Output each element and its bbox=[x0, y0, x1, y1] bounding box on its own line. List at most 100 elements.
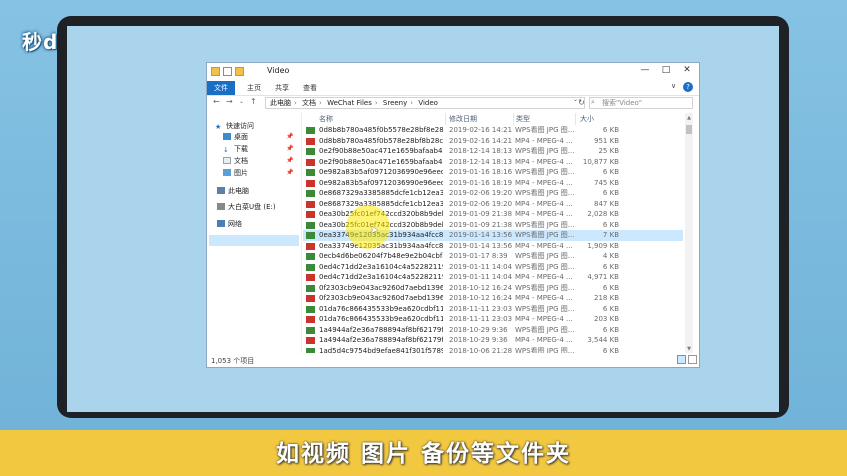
window-title: Video bbox=[267, 66, 290, 75]
file-row[interactable]: 0e2f90b88e50ac471e1659bafaab495... 2018-1… bbox=[303, 146, 683, 157]
file-type: MP4 - MPEG-4 ... bbox=[515, 210, 573, 218]
ribbon-expand-icon[interactable]: ∨ bbox=[671, 82, 676, 90]
file-type: MP4 - MPEG-4 ... bbox=[515, 157, 573, 166]
image-file-icon bbox=[306, 326, 315, 334]
file-explorer-window[interactable]: Video — □ ✕ 文件 主页 共享 查看 ∨ ? ← → ⌄ ↑ 此电脑 ›… bbox=[206, 62, 700, 368]
picture-icon bbox=[223, 169, 231, 176]
file-row[interactable]: 1a4944af2e36a788894af8bf62179fa1... 2018-… bbox=[303, 325, 683, 336]
recent-locations-icon[interactable]: ⌄ bbox=[239, 98, 244, 105]
file-row[interactable]: 0d8b8b780a485f0b5578e28bf8e28cec... 2019-… bbox=[303, 125, 683, 136]
file-size: 951 KB bbox=[594, 136, 619, 145]
maximize-button[interactable]: □ bbox=[659, 65, 673, 75]
file-date: 2018-10-29 9:36 bbox=[449, 325, 508, 334]
sidebar-item-quick-access[interactable]: ★ 快速访问 bbox=[215, 121, 254, 131]
file-name: 1ad5d4c9754bd9efae841f301f57898... bbox=[319, 346, 443, 354]
breadcrumb-this-pc[interactable]: 此电脑 bbox=[270, 99, 291, 107]
file-row[interactable]: 0f2303cb9e043ac9260d7aebd1396ad... 2018-1… bbox=[303, 283, 683, 294]
breadcrumb-video[interactable]: Video bbox=[418, 99, 438, 107]
address-bar[interactable]: 此电脑 › 文档 › WeChat Files › Sreeny › Video bbox=[265, 97, 585, 109]
help-icon[interactable]: ? bbox=[683, 82, 693, 92]
file-row[interactable]: 01da76c866435533b9ea620cdbf11a... 2018-11… bbox=[303, 304, 683, 315]
pane-divider[interactable] bbox=[301, 113, 302, 353]
minimize-button[interactable]: — bbox=[638, 65, 652, 75]
column-divider[interactable] bbox=[445, 113, 446, 125]
details-view-button[interactable] bbox=[677, 355, 686, 364]
file-row[interactable]: 0e2f90b88e50ac471e1659bafaab495... 2018-1… bbox=[303, 157, 683, 168]
sidebar-item-usb-drive[interactable]: 大白菜U盘 (E:) bbox=[217, 202, 276, 212]
file-row[interactable]: 0f2303cb9e043ac9260d7aebd1396ad... 2018-1… bbox=[303, 293, 683, 304]
vertical-scrollbar[interactable] bbox=[685, 113, 693, 353]
ribbon: 文件 主页 共享 查看 ∨ ? bbox=[207, 81, 699, 96]
breadcrumb-documents[interactable]: 文档 bbox=[302, 99, 316, 107]
properties-icon[interactable] bbox=[223, 67, 232, 76]
usb-drive-icon bbox=[217, 203, 225, 210]
close-button[interactable]: ✕ bbox=[680, 65, 694, 75]
title-bar[interactable]: Video — □ ✕ bbox=[207, 63, 699, 81]
file-date: 2018-10-29 9:36 bbox=[449, 336, 508, 344]
file-name: 0f2303cb9e043ac9260d7aebd1396ad... bbox=[319, 294, 443, 302]
image-file-icon bbox=[306, 232, 315, 239]
file-row[interactable]: 1a4944af2e36a788894af8bf62179fa1... 2018-… bbox=[303, 335, 683, 346]
file-type: WPS看图 JPG 图... bbox=[515, 346, 575, 354]
sidebar-item-desktop[interactable]: 桌面 bbox=[223, 132, 248, 142]
column-divider[interactable] bbox=[575, 113, 576, 125]
navigation-pane: ★ 快速访问 桌面 ↓ 下载 文档 图片 📌 📌 📌 📌 此电脑 大白菜U盘 (E:… bbox=[207, 113, 301, 353]
pin-icon: 📌 bbox=[286, 133, 294, 140]
image-file-icon bbox=[306, 127, 315, 134]
column-divider[interactable] bbox=[513, 113, 514, 125]
file-row[interactable]: 0ed4c71dd2e3a16104c4a52282119fa... 2019-0… bbox=[303, 272, 683, 283]
file-size: 25 KB bbox=[598, 147, 619, 155]
column-header-name[interactable]: 名称 bbox=[319, 113, 333, 125]
breadcrumb-sreeny[interactable]: Sreeny bbox=[383, 99, 407, 107]
file-type: WPS看图 JPG 图... bbox=[515, 262, 575, 271]
scrollbar-thumb[interactable] bbox=[686, 125, 692, 134]
column-header-type[interactable]: 类型 bbox=[516, 113, 530, 125]
item-count: 1,053 个项目 bbox=[211, 357, 255, 365]
ribbon-tab-share[interactable]: 共享 bbox=[275, 81, 289, 95]
star-icon: ★ bbox=[215, 123, 222, 131]
computer-icon bbox=[217, 187, 225, 194]
file-type: WPS看图 JPG 图... bbox=[515, 283, 575, 292]
ribbon-tab-file[interactable]: 文件 bbox=[207, 81, 235, 95]
file-size: 847 KB bbox=[594, 199, 619, 208]
file-type: MP4 - MPEG-4 ... bbox=[515, 273, 573, 281]
sidebar-item-network[interactable]: 网络 bbox=[217, 219, 242, 229]
search-input[interactable]: 搜索"Video" bbox=[589, 97, 693, 109]
file-date: 2019-01-14 13:56 bbox=[449, 231, 513, 239]
large-icons-view-button[interactable] bbox=[688, 355, 697, 364]
sidebar-item-this-pc[interactable]: 此电脑 bbox=[217, 186, 249, 196]
folder-icon bbox=[211, 67, 220, 76]
file-size: 2,028 KB bbox=[587, 210, 619, 218]
sidebar-item-pictures[interactable]: 图片 bbox=[223, 168, 248, 178]
file-name: 0f2303cb9e043ac9260d7aebd1396ad... bbox=[319, 283, 443, 292]
file-row[interactable]: 0e982a83b5af09712036990e96eeda... 2019-01… bbox=[303, 178, 683, 189]
file-row[interactable]: 0e982a83b5af09712036990e96eeda... 2019-01… bbox=[303, 167, 683, 178]
file-row[interactable]: 01da76c866435533b9ea620cdbf11a... 2018-11… bbox=[303, 314, 683, 325]
scroll-up-arrow-icon[interactable]: ▲ bbox=[685, 115, 693, 121]
ribbon-tab-home[interactable]: 主页 bbox=[247, 81, 261, 95]
column-header-date[interactable]: 修改日期 bbox=[449, 113, 477, 125]
refresh-icon[interactable]: ↻ bbox=[577, 97, 586, 109]
file-name: 0ed4c71dd2e3a16104c4a52282119fa... bbox=[319, 273, 443, 281]
column-header-size[interactable]: 大小 bbox=[580, 113, 594, 125]
forward-arrow-icon[interactable]: → bbox=[226, 97, 233, 106]
file-row[interactable]: 0ecb4d6be06204f7b48e9e2b04cbf86... 2019-0… bbox=[303, 251, 683, 262]
file-row[interactable]: 0d8b8b780a485f0b578e28bf8b28ce... 2019-02… bbox=[303, 136, 683, 147]
file-type: WPS看图 JPG 图... bbox=[515, 168, 575, 176]
sidebar-item-documents[interactable]: 文档 bbox=[223, 156, 248, 166]
back-arrow-icon[interactable]: ← bbox=[213, 97, 220, 106]
file-row[interactable]: 1ad5d4c9754bd9efae841f301f57898... 2018-1… bbox=[303, 346, 683, 354]
file-row[interactable]: 0e8687329a3385885dcfe1cb12ea351... 2019-0… bbox=[303, 188, 683, 199]
pin-icon: 📌 bbox=[286, 169, 294, 176]
up-arrow-icon[interactable]: ↑ bbox=[250, 97, 257, 106]
new-folder-icon[interactable] bbox=[235, 67, 244, 76]
file-type: WPS看图 JPG 图... bbox=[515, 304, 575, 313]
file-type: WPS看图 JPG 图... bbox=[515, 189, 575, 197]
file-row[interactable]: 0ed4c71dd2e3a16104c4a52282119fa... 2019-0… bbox=[303, 262, 683, 273]
image-file-icon bbox=[306, 305, 315, 313]
sidebar-item-downloads[interactable]: ↓ 下载 bbox=[223, 144, 248, 154]
breadcrumb-wechat-files[interactable]: WeChat Files bbox=[327, 99, 372, 107]
video-file-icon bbox=[306, 295, 315, 302]
ribbon-tab-view[interactable]: 查看 bbox=[303, 81, 317, 95]
scroll-down-arrow-icon[interactable]: ▼ bbox=[685, 346, 693, 352]
